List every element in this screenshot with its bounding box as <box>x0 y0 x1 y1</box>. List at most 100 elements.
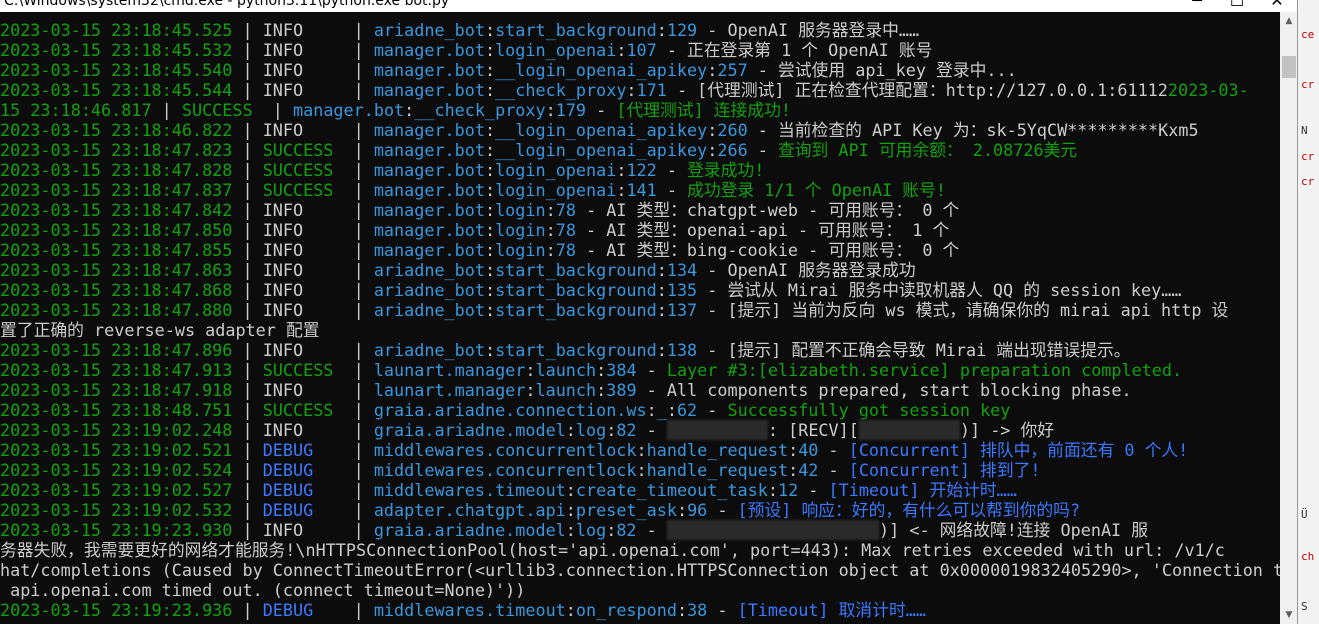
log-segment: - [代理测试] 正在检查代理配置：http://127.0.0.1:61112 <box>666 80 1168 100</box>
log-segment: INFO <box>262 380 344 400</box>
log-segment: 2023-03-15 23:19:02.527 <box>0 480 233 500</box>
background-text: ce <box>1301 28 1315 41</box>
log-segment: | <box>343 160 374 180</box>
scroll-up-icon[interactable]: ▲ <box>1280 12 1297 30</box>
log-line: 2023-03-15 23:18:45.540 | INFO | manager… <box>0 60 1280 80</box>
log-segment: : <box>565 420 576 440</box>
log-segment: : <box>525 360 536 380</box>
log-segment: 2023-03-15 23:18:47.823 <box>0 140 233 160</box>
log-segment: 2023-03-15 23:19:02.532 <box>0 500 233 520</box>
log-segment: : <box>656 300 667 320</box>
log-segment: start_background <box>495 340 657 360</box>
log-segment: : <box>484 200 496 220</box>
log-segment: DEBUG <box>262 460 344 480</box>
log-segment: _ <box>656 400 667 420</box>
log-segment: | <box>232 60 263 80</box>
log-line: api.openai.com timed out. (connect timeo… <box>0 580 1280 600</box>
log-segment: - OpenAI 服务器登录成功 <box>697 260 916 280</box>
log-segment: [预设] 响应：好的，有什么可以帮到你的吗? <box>737 500 1081 520</box>
minimize-button[interactable]: ─ <box>1177 0 1217 12</box>
log-line: 2023-03-15 23:18:47.850 | INFO | manager… <box>0 220 1280 240</box>
log-line: 2023-03-15 23:18:45.532 | INFO | manager… <box>0 40 1280 60</box>
log-segment: start_background <box>495 20 657 40</box>
log-segment: : <box>616 180 627 200</box>
log-segment: - [提示] 配置不正确会导致 Mirai 端出现错误提示。 <box>697 340 1131 360</box>
log-segment: : <box>565 520 576 540</box>
log-segment: DEBUG <box>262 600 344 620</box>
log-segment: | <box>343 380 374 400</box>
log-segment: login_openai <box>495 40 617 60</box>
log-segment: : <box>484 340 496 360</box>
log-segment: 78 <box>555 240 576 260</box>
log-segment: launart.manager <box>373 380 526 400</box>
log-segment: 2023-03-15 23:18:47.850 <box>0 220 233 240</box>
log-segment: 置了正确的 reverse-ws adapter 配置 <box>0 320 320 340</box>
maximize-button[interactable]: ☐ <box>1217 0 1257 12</box>
log-segment: manager.bot <box>373 160 485 180</box>
log-segment: handle_request <box>646 440 789 460</box>
log-segment: [Concurrent] 排到了! <box>848 460 1041 480</box>
log-segment: : <box>636 440 647 460</box>
scroll-thumb[interactable] <box>1282 56 1296 78</box>
log-segment: 2023-03-15 23:18:47.918 <box>0 380 233 400</box>
log-segment: : <box>636 460 647 480</box>
log-segment: graia.ariadne.model <box>373 420 566 440</box>
log-segment: - <box>697 400 728 420</box>
log-segment: 62 <box>676 400 698 420</box>
title-bar[interactable]: C:\Windows\system32\cmd.exe - python3.11… <box>0 0 1297 12</box>
log-segment: | <box>232 40 263 60</box>
background-text: ch <box>1301 550 1315 563</box>
log-segment: - 尝试从 Mirai 服务中读取机器人 QQ 的 session key…… <box>697 280 1182 300</box>
log-segment: login <box>495 240 546 260</box>
log-segment: on_respond <box>575 600 677 620</box>
scrollbar[interactable]: ▲ ▼ <box>1280 12 1297 624</box>
log-segment: 260 <box>717 120 748 140</box>
log-segment: - OpenAI 服务器登录中…… <box>697 20 920 40</box>
log-segment: - <box>818 460 849 480</box>
log-segment: ariadne_bot <box>373 340 485 360</box>
log-line: 15 23:18:46.817 | SUCCESS | manager.bot:… <box>0 100 1280 120</box>
log-segment: preset_ask <box>575 500 677 520</box>
log-segment: 78 <box>555 200 576 220</box>
log-segment: - <box>707 600 738 620</box>
log-segment: manager.bot <box>373 180 485 200</box>
log-segment: : <box>484 280 496 300</box>
log-segment: | <box>232 280 263 300</box>
log-segment: | <box>232 480 263 500</box>
close-button[interactable]: ✕ <box>1257 0 1297 12</box>
log-segment: | <box>343 220 374 240</box>
log-line: 2023-03-15 23:19:02.524 | DEBUG | middle… <box>0 460 1280 480</box>
log-line: 2023-03-15 23:18:45.544 | INFO | manager… <box>0 80 1280 100</box>
log-segment: launch <box>535 360 597 380</box>
log-segment: manager.bot <box>293 100 405 120</box>
log-segment: : <box>484 140 496 160</box>
log-segment: : <box>626 80 637 100</box>
log-segment: - 当前检查的 API Key 为：sk-5YqCW*********Kxm5 <box>747 120 1199 140</box>
log-segment: 2023-03-15 23:18:45.540 <box>0 60 233 80</box>
terminal-output[interactable]: 2023-03-15 23:18:45.525 | INFO | ariadne… <box>0 20 1280 624</box>
log-segment: 15 23:18:46.817 <box>0 100 152 120</box>
log-segment: : <box>656 340 667 360</box>
log-segment: manager.bot <box>373 200 485 220</box>
log-segment: | <box>343 520 374 540</box>
log-segment: - 正在登录第 1 个 OpenAI 账号 <box>656 40 933 60</box>
log-segment: ██████████ <box>858 420 960 440</box>
log-segment: SUCCESS <box>262 180 344 200</box>
log-segment: 384 <box>606 360 637 380</box>
log-segment: SUCCESS <box>262 140 344 160</box>
log-segment: 12 <box>777 480 799 500</box>
log-segment: __check_proxy <box>414 100 546 120</box>
scroll-down-icon[interactable]: ▼ <box>1280 606 1297 624</box>
log-segment: : <box>616 40 627 60</box>
log-segment: log <box>575 420 607 440</box>
log-segment: : <box>545 200 556 220</box>
log-segment: 2023-03-15 23:18:47.880 <box>0 300 233 320</box>
log-segment: ariadne_bot <box>373 260 485 280</box>
log-segment: : [RECV][ <box>767 420 859 440</box>
log-segment: 107 <box>626 40 657 60</box>
log-segment: start_background <box>495 280 657 300</box>
log-segment: 137 <box>666 300 698 320</box>
log-segment: 389 <box>606 380 637 400</box>
log-segment: - <box>656 160 688 180</box>
log-segment: INFO <box>262 240 344 260</box>
